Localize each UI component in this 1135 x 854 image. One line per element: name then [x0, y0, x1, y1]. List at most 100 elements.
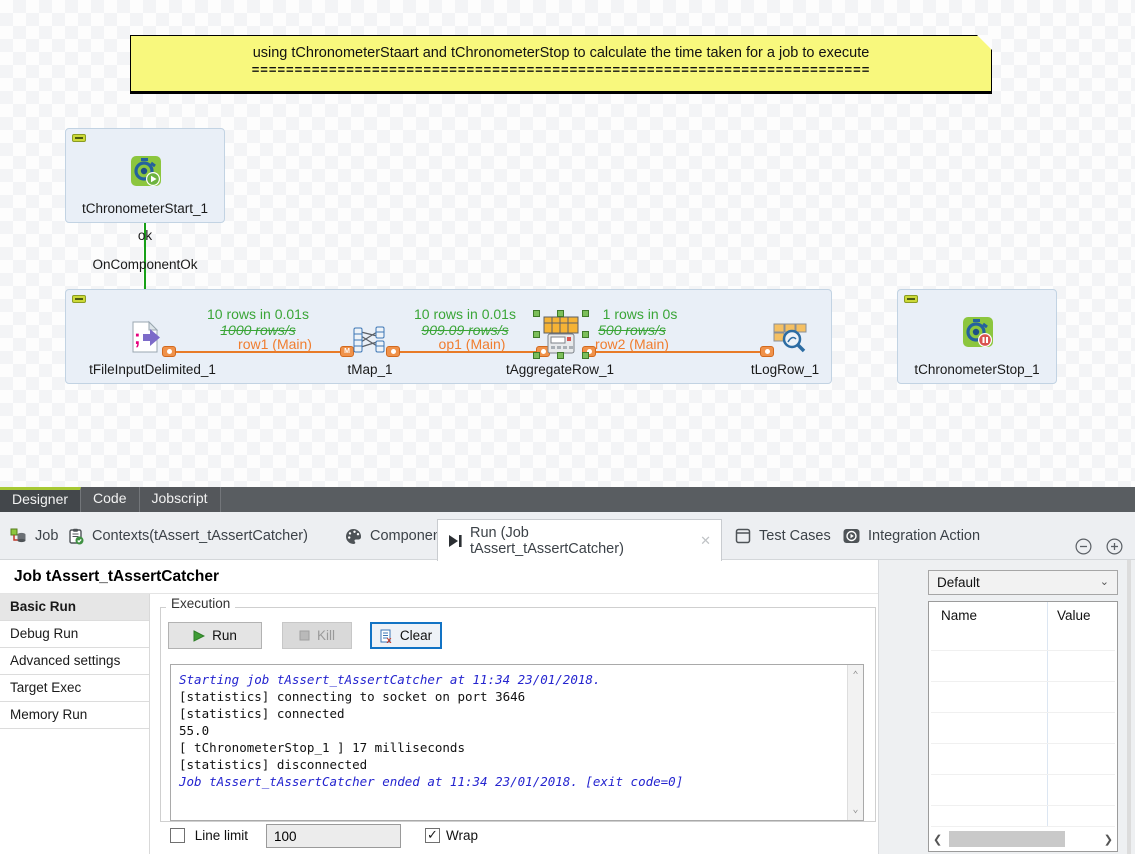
- tab-integration-action[interactable]: Integration Action: [843, 512, 980, 560]
- conn1-name[interactable]: row1 (Main): [195, 336, 355, 352]
- subjob-chronometer-start[interactable]: tChronometerStart_1: [65, 128, 225, 223]
- component-label[interactable]: tAggregateRow_1: [480, 362, 640, 377]
- context-variables-table[interactable]: Name Value ❮ ❯: [928, 601, 1118, 852]
- sidebar-item-memory-run[interactable]: Memory Run: [0, 702, 149, 729]
- tchronometerstop-icon[interactable]: [962, 316, 994, 348]
- sidebar-item-basic-run[interactable]: Basic Run: [0, 594, 149, 621]
- wrap-checkbox[interactable]: [425, 828, 440, 843]
- selection-handle[interactable]: [557, 310, 564, 317]
- selection-handle[interactable]: [582, 310, 589, 317]
- selection-handle[interactable]: [582, 352, 589, 359]
- column-header-name[interactable]: Name: [941, 608, 977, 623]
- table-row: [931, 826, 1115, 827]
- component-label[interactable]: tFileInputDelimited_1: [65, 362, 240, 377]
- scroll-left-icon[interactable]: ❮: [933, 833, 942, 846]
- maximize-view-icon[interactable]: [1106, 538, 1123, 555]
- job-design-canvas[interactable]: using tChronometerStaart and tChronomete…: [0, 0, 1135, 487]
- scroll-up-icon[interactable]: ⌃: [848, 667, 863, 684]
- output-endpoint[interactable]: [162, 346, 176, 357]
- close-tab-icon[interactable]: ✕: [700, 533, 711, 549]
- tab-label: Contexts(tAssert_tAssertCatcher): [92, 528, 308, 544]
- clear-button[interactable]: x Clear: [370, 622, 442, 649]
- tab-run-active[interactable]: Run (Job tAssert_tAssertCatcher) ✕: [437, 519, 722, 561]
- tab-job[interactable]: Job: [10, 512, 58, 560]
- clear-icon: x: [380, 629, 393, 643]
- chevron-down-icon: ⌄: [1100, 571, 1109, 594]
- tab-component[interactable]: Component: [345, 512, 445, 560]
- table-hscrollbar[interactable]: ❮ ❯: [931, 831, 1115, 848]
- tab-designer[interactable]: Designer: [0, 487, 81, 512]
- test-cases-icon: [735, 528, 751, 544]
- context-panel: Default ⌄ Name Value ❮ ❯: [878, 560, 1135, 854]
- trigger-type-label: OnComponentOk: [75, 257, 215, 272]
- console-scrollbar[interactable]: ⌃ ⌄: [847, 665, 863, 820]
- column-header-value[interactable]: Value: [1057, 608, 1091, 623]
- context-select[interactable]: Default ⌄: [928, 570, 1118, 595]
- tab-label: Run (Job tAssert_tAssertCatcher): [470, 525, 678, 557]
- tab-code[interactable]: Code: [81, 487, 139, 512]
- tab-label: Component: [370, 528, 445, 544]
- component-label: tChronometerStart_1: [66, 201, 224, 216]
- component-label[interactable]: tMap_1: [330, 362, 410, 377]
- console-line: [ tChronometerStop_1 ] 17 milliseconds: [179, 739, 843, 756]
- conn2-name[interactable]: op1 (Main): [392, 336, 552, 352]
- tlogrow-icon[interactable]: [772, 322, 808, 354]
- tab-label: Job: [35, 528, 58, 544]
- subjob-collapse-icon[interactable]: [72, 134, 86, 142]
- tab-test-cases[interactable]: Test Cases: [735, 512, 831, 560]
- play-icon: [193, 630, 205, 642]
- tfileinputdelimited-icon[interactable]: ;: [128, 320, 162, 354]
- component-label[interactable]: tLogRow_1: [725, 362, 845, 377]
- selection-handle[interactable]: [582, 331, 589, 338]
- conn2-row-stat: 10 rows in 0.01s: [385, 306, 545, 322]
- editor-mode-strip: Designer Code Jobscript: [0, 487, 1135, 512]
- selection-handle[interactable]: [557, 352, 564, 359]
- trigger-status-label: ok: [120, 228, 170, 243]
- sidebar-item-debug-run[interactable]: Debug Run: [0, 621, 149, 648]
- console-line: [statistics] connected: [179, 705, 843, 722]
- table-row: [931, 805, 1115, 806]
- line-limit-checkbox[interactable]: [170, 828, 185, 843]
- contexts-icon: [68, 528, 84, 545]
- run-icon: [448, 534, 462, 548]
- console-line: 55.0: [179, 722, 843, 739]
- scrollbar-thumb[interactable]: [949, 831, 1065, 847]
- tmap-icon[interactable]: [352, 326, 386, 354]
- selection-handle[interactable]: [533, 310, 540, 317]
- subjob-collapse-icon[interactable]: [904, 295, 918, 303]
- canvas-note[interactable]: using tChronometerStaart and tChronomete…: [130, 35, 992, 94]
- scroll-down-icon[interactable]: ⌄: [848, 801, 863, 818]
- line-limit-input[interactable]: [266, 824, 401, 848]
- table-row: [931, 743, 1115, 744]
- execution-console[interactable]: Starting job tAssert_tAssertCatcher at 1…: [170, 664, 864, 821]
- run-button[interactable]: Run: [168, 622, 262, 649]
- selection-handle[interactable]: [533, 331, 540, 338]
- column-divider: [1047, 602, 1048, 826]
- table-row: [931, 774, 1115, 775]
- subjob-collapse-icon[interactable]: [72, 295, 86, 303]
- panel-scrollbar[interactable]: [1127, 560, 1131, 854]
- component-palette-icon: [345, 528, 362, 545]
- selection-handle[interactable]: [533, 352, 540, 359]
- table-row: [931, 681, 1115, 682]
- subjob-chronometer-stop[interactable]: tChronometerStop_1: [897, 289, 1057, 384]
- svg-text:x: x: [386, 635, 391, 643]
- kill-button[interactable]: Kill: [282, 622, 352, 649]
- stop-icon: [299, 630, 310, 641]
- table-row: [931, 712, 1115, 713]
- minimize-view-icon[interactable]: [1075, 538, 1092, 555]
- scroll-right-icon[interactable]: ❯: [1104, 833, 1113, 846]
- svg-text:;: ;: [134, 327, 141, 349]
- tab-contexts[interactable]: Contexts(tAssert_tAssertCatcher): [68, 512, 308, 560]
- wrap-label: Wrap: [446, 828, 478, 843]
- tchronometerstart-icon[interactable]: [130, 155, 162, 187]
- tab-jobscript[interactable]: Jobscript: [140, 487, 221, 512]
- sidebar-item-advanced-settings[interactable]: Advanced settings: [0, 648, 149, 675]
- context-select-value: Default: [937, 575, 980, 590]
- note-text: using tChronometerStaart and tChronomete…: [131, 45, 991, 61]
- line-limit-label: Line limit: [195, 828, 248, 843]
- component-label: tChronometerStop_1: [898, 362, 1056, 377]
- taggregaterow-icon[interactable]: [538, 314, 584, 356]
- sidebar-item-target-exec[interactable]: Target Exec: [0, 675, 149, 702]
- job-title: Job tAssert_tAssertCatcher: [14, 568, 219, 586]
